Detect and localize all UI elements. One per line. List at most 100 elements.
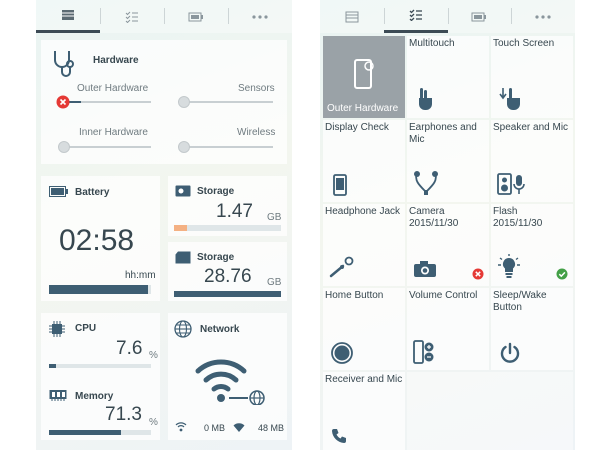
- cpu-memory-card[interactable]: CPU 7.6 % Memory 71.3 %: [41, 313, 160, 440]
- cpu-value: 7.6: [116, 338, 143, 359]
- storage-1-title: Storage: [197, 186, 235, 197]
- wifi-to-internet-icon: [195, 359, 265, 405]
- flash-bulb-icon: [498, 254, 520, 278]
- tab-bar: [320, 0, 575, 33]
- checklist-screen: Outer Hardware Multitouch Touch Screen D…: [320, 0, 575, 450]
- battery-time: 02:58: [59, 224, 135, 257]
- tile-earphones-and-mic[interactable]: Earphones and Mic: [407, 120, 489, 202]
- multitouch-icon: [419, 88, 432, 110]
- battery-level-bar: [49, 285, 151, 294]
- camera-icon: [414, 261, 436, 277]
- tile-touch-screen[interactable]: Touch Screen: [491, 36, 573, 118]
- memory-icon: [49, 390, 67, 401]
- cpu-icon: [49, 321, 65, 337]
- network-card[interactable]: Network 0 MB 48 MB: [168, 313, 287, 440]
- phone-touch-icon: [354, 59, 374, 89]
- outer-hardware-label: Outer Hardware: [77, 83, 149, 94]
- wireless-slider-knob[interactable]: [178, 141, 190, 153]
- tile-display-check[interactable]: Display Check: [323, 120, 405, 202]
- hardware-title: Hardware: [93, 55, 139, 66]
- tile-label: Touch Screen: [493, 38, 555, 49]
- network-title: Network: [200, 324, 240, 335]
- tab-bar: [36, 0, 292, 33]
- tab-dashboard[interactable]: [36, 0, 100, 33]
- globe-icon: [174, 320, 192, 338]
- tile-label: Receiver and Mic: [325, 374, 403, 385]
- fail-status-icon: [472, 268, 484, 280]
- swipe-down-icon: [499, 88, 520, 110]
- hardware-card[interactable]: Hardware Outer Hardware Sensors Inner Ha…: [41, 40, 287, 164]
- wireless-label: Wireless: [237, 127, 276, 138]
- tab-more[interactable]: [511, 0, 575, 33]
- phone-receiver-icon: [332, 429, 346, 443]
- sensors-label: Sensors: [238, 83, 275, 94]
- wireless-slider[interactable]: [183, 146, 273, 148]
- tile-label: Flash 2015/11/30: [493, 206, 571, 230]
- flash-label: Flash: [493, 206, 518, 217]
- tile-camera[interactable]: Camera 2015/11/30: [407, 204, 489, 286]
- tab-dashboard[interactable]: [320, 0, 384, 33]
- sensors-slider-knob[interactable]: [178, 96, 190, 108]
- tile-headphone-jack[interactable]: Headphone Jack: [323, 204, 405, 286]
- tile-label: Speaker and Mic: [493, 122, 569, 133]
- tile-label: Multitouch: [409, 38, 455, 49]
- dashboard-tab-icon: [62, 10, 74, 20]
- speaker-mic-icon: [497, 173, 525, 195]
- volume-control-icon: [413, 340, 434, 364]
- battery-title: Battery: [75, 187, 110, 198]
- storage-2-value: 28.76: [204, 266, 252, 287]
- tile-label: Camera 2015/11/30: [409, 206, 487, 230]
- inner-hardware-label: Inner Hardware: [79, 127, 148, 138]
- wifi-data-usage: 48 MB: [258, 423, 285, 433]
- storage-2-unit: GB: [267, 277, 282, 288]
- tab-more[interactable]: [228, 0, 292, 33]
- battery-icon: [49, 186, 68, 197]
- tab-battery[interactable]: [447, 0, 512, 33]
- power-icon: [500, 342, 520, 363]
- tile-sleep-wake-button[interactable]: Sleep/Wake Button: [491, 288, 573, 370]
- tile-speaker-and-mic[interactable]: Speaker and Mic: [491, 120, 573, 202]
- memory-title: Memory: [75, 391, 114, 402]
- cpu-unit: %: [149, 350, 158, 361]
- more-tab-icon: [252, 14, 268, 19]
- flash-date: 2015/11/30: [493, 218, 543, 229]
- battery-card[interactable]: Battery 02:58 hh:mm: [41, 176, 160, 301]
- tile-label: Home Button: [325, 290, 384, 301]
- storage-card-1[interactable]: Storage 1.47 GB: [168, 176, 287, 236]
- inner-hardware-slider-knob[interactable]: [58, 141, 70, 153]
- tile-volume-control[interactable]: Volume Control: [407, 288, 489, 370]
- stethoscope-icon: [54, 51, 74, 77]
- tile-label: Display Check: [325, 122, 389, 133]
- memory-unit: %: [149, 417, 158, 428]
- headphone-jack-icon: [329, 256, 354, 278]
- cpu-level-bar: [49, 364, 151, 368]
- storage-card-2[interactable]: Storage 28.76 GB: [168, 242, 287, 301]
- battery-tab-icon: [471, 12, 487, 21]
- dashboard-tab-icon: [345, 11, 359, 22]
- tile-home-button[interactable]: Home Button: [323, 288, 405, 370]
- battery-time-unit: hh:mm: [125, 270, 156, 281]
- tile-outer-hardware[interactable]: Outer Hardware: [323, 36, 405, 118]
- outer-hardware-slider[interactable]: [63, 101, 151, 103]
- tile-label: Outer Hardware: [327, 103, 399, 114]
- tab-checklist[interactable]: [383, 0, 448, 33]
- tile-label: Volume Control: [409, 290, 478, 301]
- tile-empty: [407, 372, 573, 450]
- tile-flash[interactable]: Flash 2015/11/30: [491, 204, 573, 286]
- tile-receiver-and-mic[interactable]: Receiver and Mic: [323, 372, 405, 450]
- sd-card-icon: [175, 185, 191, 197]
- tab-battery[interactable]: [164, 0, 228, 33]
- dashboard-screen: Hardware Outer Hardware Sensors Inner Ha…: [36, 0, 292, 450]
- inner-hardware-slider[interactable]: [63, 146, 151, 148]
- storage-2-title: Storage: [197, 252, 235, 263]
- earphones-icon: [414, 171, 438, 195]
- storage-1-level-bar: [174, 225, 281, 231]
- battery-tab-icon: [188, 12, 203, 21]
- memory-card-icon: [175, 251, 191, 264]
- tile-multitouch[interactable]: Multitouch: [407, 36, 489, 118]
- tile-label: Earphones and Mic: [409, 122, 477, 145]
- fail-icon: [56, 95, 70, 109]
- tile-label: Sleep/Wake Button: [493, 290, 547, 313]
- tab-checklist[interactable]: [100, 0, 164, 33]
- sensors-slider[interactable]: [183, 101, 273, 103]
